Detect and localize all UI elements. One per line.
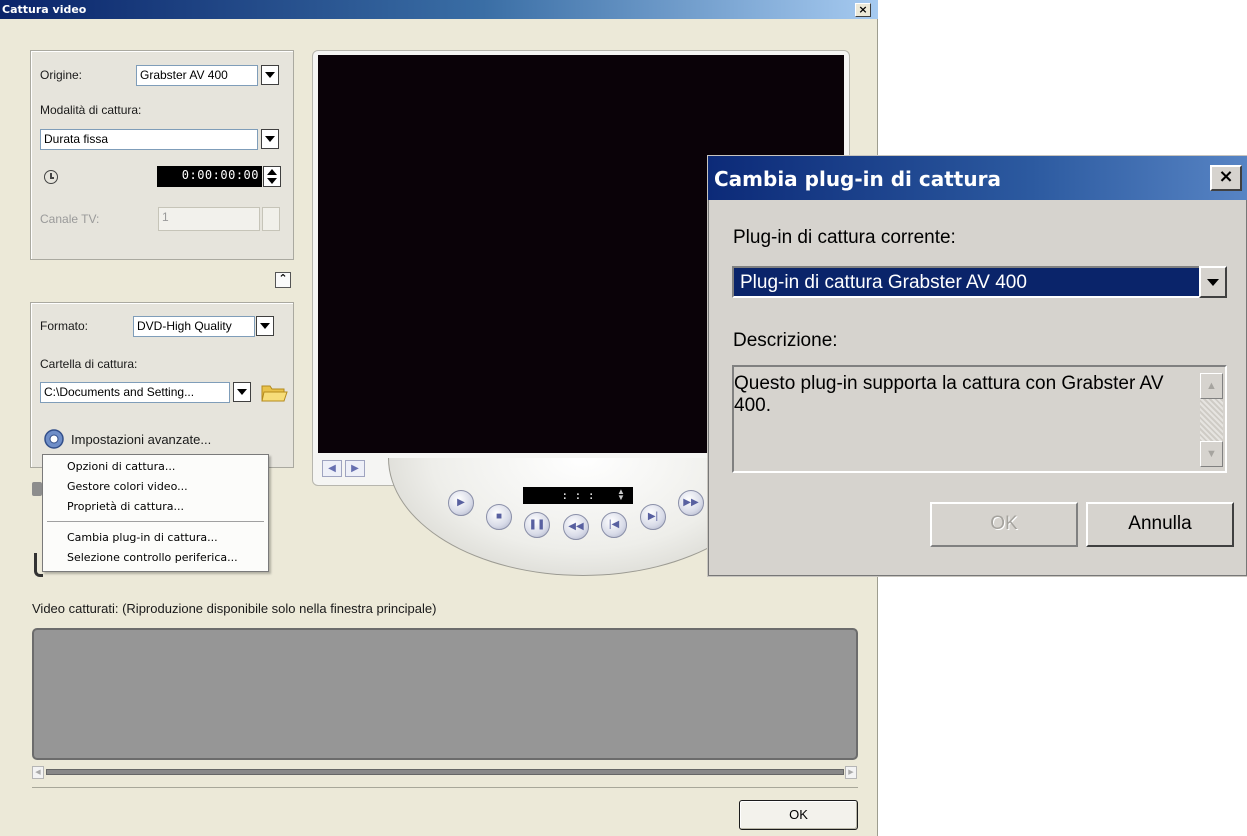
menu-item-change-capture-plugin[interactable]: Cambia plug-in di cattura... (67, 530, 218, 546)
menu-item-video-color-manager[interactable]: Gestore colori video... (67, 479, 188, 495)
tv-channel-label: Canale TV: (40, 212, 100, 226)
main-window-title: Cattura video (2, 3, 87, 16)
clock-icon (44, 170, 58, 184)
duration-spinner[interactable] (263, 166, 281, 187)
play-icon[interactable]: ▶ (448, 490, 474, 516)
format-select[interactable]: DVD-High Quality (133, 316, 255, 337)
source-label: Origine: (40, 68, 83, 82)
advanced-settings-menu: Opzioni di cattura... Gestore colori vid… (42, 454, 269, 572)
dialog-ok-button[interactable]: OK (930, 502, 1078, 547)
tv-channel-field[interactable]: 1 (158, 207, 260, 231)
device-icon (32, 482, 42, 496)
stop-icon[interactable]: ■ (486, 504, 512, 530)
source-dropdown-button[interactable] (261, 65, 279, 85)
menu-item-capture-properties[interactable]: Proprietà di cattura... (67, 499, 184, 515)
previous-clip-button[interactable]: ◀ (322, 460, 342, 477)
dialog-cancel-button[interactable]: Annulla (1086, 502, 1234, 547)
source-select[interactable]: Grabster AV 400 (136, 65, 258, 86)
current-plugin-select[interactable]: Plug-in di cattura Grabster AV 400 (732, 266, 1199, 298)
player-timecode-spinner[interactable]: ▲ ▼ (617, 488, 625, 502)
capture-mode-label: Modalità di cattura: (40, 103, 142, 117)
tv-channel-spinner[interactable] (262, 207, 280, 231)
current-plugin-dropdown-button[interactable] (1199, 266, 1227, 298)
pause-icon[interactable]: ❚❚ (524, 512, 550, 538)
format-dropdown-button[interactable] (256, 316, 274, 336)
next-clip-button[interactable]: ▶ (345, 460, 365, 477)
format-label: Formato: (40, 319, 89, 333)
description-text: Questo plug-in supporta la cattura con G… (734, 373, 1164, 416)
main-window-titlebar: Cattura video (0, 0, 878, 19)
next-frame-icon[interactable]: ▶| (640, 504, 666, 530)
fast-forward-icon[interactable]: ▶▶ (678, 490, 704, 516)
previous-frame-icon[interactable]: |◀ (601, 512, 627, 538)
captured-videos-label: Video catturati: (Riproduzione disponibi… (32, 601, 437, 616)
description-label: Descrizione: (733, 330, 838, 351)
dialog-title: Cambia plug-in di cattura (714, 167, 1001, 191)
main-ok-button[interactable]: OK (739, 800, 858, 830)
description-box: Questo plug-in supporta la cattura con G… (732, 365, 1227, 473)
duration-timecode-field[interactable]: 0:00:00:00 (157, 166, 262, 187)
captured-list-scrollbar[interactable]: ◀ ▶ (32, 766, 858, 780)
captured-videos-list[interactable] (32, 628, 858, 760)
rewind-icon[interactable]: ◀◀ (563, 514, 589, 540)
menu-separator (47, 521, 264, 522)
menu-item-capture-options[interactable]: Opzioni di cattura... (67, 459, 175, 475)
footer-divider (32, 787, 858, 788)
advanced-settings-icon[interactable] (43, 428, 65, 450)
main-window-close-button[interactable]: × (855, 3, 871, 17)
capture-folder-select[interactable]: C:\Documents and Setting... (40, 382, 230, 403)
dialog-close-button[interactable]: × (1210, 165, 1242, 191)
capture-folder-label: Cartella di cattura: (40, 357, 138, 371)
folder-icon[interactable] (260, 380, 288, 404)
description-scrollbar[interactable]: ▲ ▼ (1200, 373, 1223, 467)
collapse-up-icon[interactable]: ⌃ (275, 272, 291, 288)
capture-mode-select[interactable]: Durata fissa (40, 129, 258, 150)
menu-item-device-control-selection[interactable]: Selezione controllo periferica... (67, 550, 238, 566)
capture-mode-dropdown-button[interactable] (261, 129, 279, 149)
current-plugin-label: Plug-in di cattura corrente: (733, 227, 956, 248)
advanced-settings-link[interactable]: Impostazioni avanzate... (71, 432, 211, 447)
capture-folder-dropdown-button[interactable] (233, 382, 251, 402)
dialog-titlebar: Cambia plug-in di cattura (708, 156, 1247, 200)
